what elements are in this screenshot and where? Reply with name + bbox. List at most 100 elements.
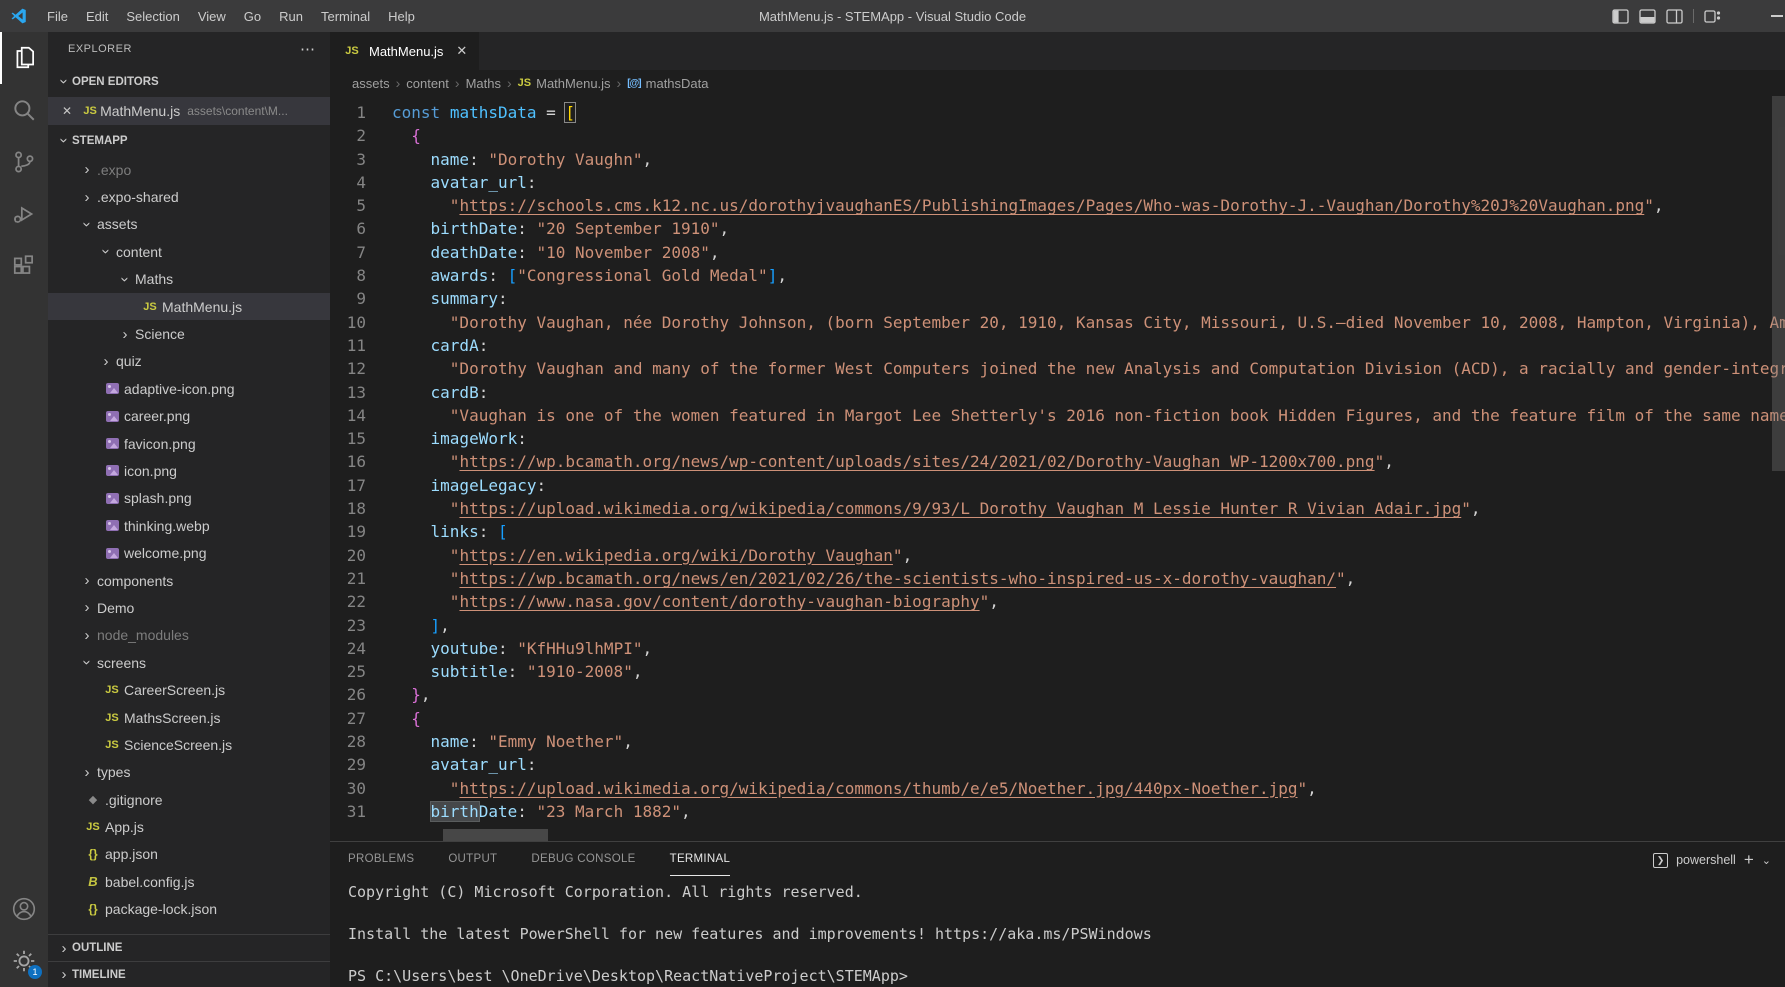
terminal-output[interactable]: Copyright (C) Microsoft Corporation. All…: [330, 876, 1785, 987]
line-number[interactable]: 3: [330, 148, 392, 171]
activitybar-explorer[interactable]: [0, 32, 48, 84]
tree-item-mathsscreen-js[interactable]: JSMathsScreen.js: [48, 704, 330, 731]
open-editor-item[interactable]: ✕ JS MathMenu.js assets\content\M...: [48, 97, 330, 125]
menu-file[interactable]: File: [38, 0, 77, 32]
tree-item-sciencescreen-js[interactable]: JSScienceScreen.js: [48, 731, 330, 758]
line-number[interactable]: 27: [330, 707, 392, 730]
tree-item--expo-shared[interactable]: ›.expo-shared: [48, 183, 330, 210]
tree-item-career-png[interactable]: career.png: [48, 403, 330, 430]
menu-selection[interactable]: Selection: [117, 0, 188, 32]
tree-item-mathmenu-js[interactable]: JSMathMenu.js: [48, 293, 330, 320]
line-number[interactable]: 20: [330, 544, 392, 567]
code-editor[interactable]: 1const mathsData = [2 {3 name: "Dorothy …: [330, 96, 1785, 841]
breadcrumb[interactable]: assets›content›Maths›JSMathMenu.js›[@]ma…: [330, 70, 1785, 96]
tree-item-app-json[interactable]: {}app.json: [48, 841, 330, 868]
line-number[interactable]: 4: [330, 171, 392, 194]
line-number[interactable]: 21: [330, 567, 392, 590]
minimize-button[interactable]: [1771, 15, 1783, 17]
menu-edit[interactable]: Edit: [77, 0, 117, 32]
line-number[interactable]: 18: [330, 497, 392, 520]
horizontal-scrollbar[interactable]: [443, 829, 548, 841]
close-icon[interactable]: ✕: [62, 104, 72, 118]
line-number[interactable]: 5: [330, 194, 392, 217]
tree-item-splash-png[interactable]: splash.png: [48, 485, 330, 512]
tree-item-assets[interactable]: ›assets: [48, 211, 330, 238]
panel-tab-output[interactable]: OUTPUT: [448, 842, 497, 876]
menu-help[interactable]: Help: [379, 0, 424, 32]
tree-item-careerscreen-js[interactable]: JSCareerScreen.js: [48, 676, 330, 703]
tree-item--gitignore[interactable]: ◆.gitignore: [48, 786, 330, 813]
breadcrumb-mathmenu.js[interactable]: JSMathMenu.js: [518, 76, 611, 91]
tree-item-app-js[interactable]: JSApp.js: [48, 813, 330, 840]
tree-item-babel-config-js[interactable]: Bbabel.config.js: [48, 868, 330, 895]
line-number[interactable]: 19: [330, 520, 392, 543]
line-number[interactable]: 9: [330, 287, 392, 310]
open-editors-header[interactable]: › OPEN EDITORS: [48, 66, 330, 97]
vertical-scrollbar[interactable]: [1772, 96, 1785, 471]
activitybar-settings[interactable]: 1: [0, 935, 48, 987]
line-number[interactable]: 16: [330, 450, 392, 473]
activitybar-source-control[interactable]: [0, 136, 48, 188]
line-number[interactable]: 11: [330, 334, 392, 357]
tree-item--expo[interactable]: ›.expo: [48, 156, 330, 183]
chevron-down-icon[interactable]: ⌄: [1762, 854, 1771, 867]
toggle-sidebar-icon[interactable]: [1612, 9, 1629, 24]
line-number[interactable]: 12: [330, 357, 392, 380]
line-number[interactable]: 26: [330, 683, 392, 706]
line-number[interactable]: 14: [330, 404, 392, 427]
line-number[interactable]: 7: [330, 241, 392, 264]
line-number[interactable]: 2: [330, 124, 392, 147]
activitybar-run-debug[interactable]: [0, 188, 48, 240]
tree-item-quiz[interactable]: ›quiz: [48, 348, 330, 375]
line-number[interactable]: 22: [330, 590, 392, 613]
menu-view[interactable]: View: [189, 0, 235, 32]
line-number[interactable]: 30: [330, 777, 392, 800]
tree-item-screens[interactable]: ›screens: [48, 649, 330, 676]
tree-item-favicon-png[interactable]: favicon.png: [48, 430, 330, 457]
tree-item-adaptive-icon-png[interactable]: adaptive-icon.png: [48, 375, 330, 402]
timeline-header[interactable]: › TIMELINE: [48, 961, 330, 987]
line-number[interactable]: 6: [330, 217, 392, 240]
tree-item-node-modules[interactable]: ›node_modules: [48, 622, 330, 649]
line-number[interactable]: 13: [330, 381, 392, 404]
panel-tab-problems[interactable]: PROBLEMS: [348, 842, 414, 876]
toggle-secondary-sidebar-icon[interactable]: [1666, 9, 1683, 24]
activitybar-extensions[interactable]: [0, 240, 48, 292]
panel-tab-terminal[interactable]: TERMINAL: [670, 842, 731, 876]
tree-item-welcome-png[interactable]: welcome.png: [48, 539, 330, 566]
outline-header[interactable]: › OUTLINE: [48, 934, 330, 961]
tree-item-types[interactable]: ›types: [48, 759, 330, 786]
panel-tab-debug-console[interactable]: DEBUG CONSOLE: [531, 842, 635, 876]
line-number[interactable]: 25: [330, 660, 392, 683]
line-number[interactable]: 15: [330, 427, 392, 450]
tree-item-package-lock-json[interactable]: {}package-lock.json: [48, 896, 330, 923]
close-icon[interactable]: ✕: [456, 43, 467, 59]
menu-run[interactable]: Run: [270, 0, 312, 32]
tree-item-demo[interactable]: ›Demo: [48, 594, 330, 621]
new-terminal-icon[interactable]: +: [1744, 850, 1754, 870]
shell-selector[interactable]: powershell: [1676, 853, 1736, 867]
line-number[interactable]: 1: [330, 101, 392, 124]
breadcrumb-assets[interactable]: assets: [352, 76, 390, 91]
menu-go[interactable]: Go: [235, 0, 270, 32]
activitybar-search[interactable]: [0, 84, 48, 136]
tree-item-components[interactable]: ›components: [48, 567, 330, 594]
line-number[interactable]: 29: [330, 753, 392, 776]
activitybar-accounts[interactable]: [0, 883, 48, 935]
line-number[interactable]: 17: [330, 474, 392, 497]
tree-item-icon-png[interactable]: icon.png: [48, 457, 330, 484]
explorer-actions-icon[interactable]: ⋯: [300, 40, 316, 58]
breadcrumb-mathsdata[interactable]: [@]mathsData: [627, 76, 708, 91]
workspace-header[interactable]: › STEMAPP: [48, 125, 330, 156]
tree-item-content[interactable]: ›content: [48, 238, 330, 265]
menu-terminal[interactable]: Terminal: [312, 0, 379, 32]
line-number[interactable]: 23: [330, 614, 392, 637]
line-number[interactable]: 24: [330, 637, 392, 660]
line-number[interactable]: 10: [330, 311, 392, 334]
tree-item-science[interactable]: ›Science: [48, 320, 330, 347]
tree-item-maths[interactable]: ›Maths: [48, 266, 330, 293]
line-number[interactable]: 31: [330, 800, 392, 823]
tree-item-thinking-webp[interactable]: thinking.webp: [48, 512, 330, 539]
customize-layout-icon[interactable]: [1704, 9, 1721, 24]
breadcrumb-maths[interactable]: Maths: [466, 76, 501, 91]
